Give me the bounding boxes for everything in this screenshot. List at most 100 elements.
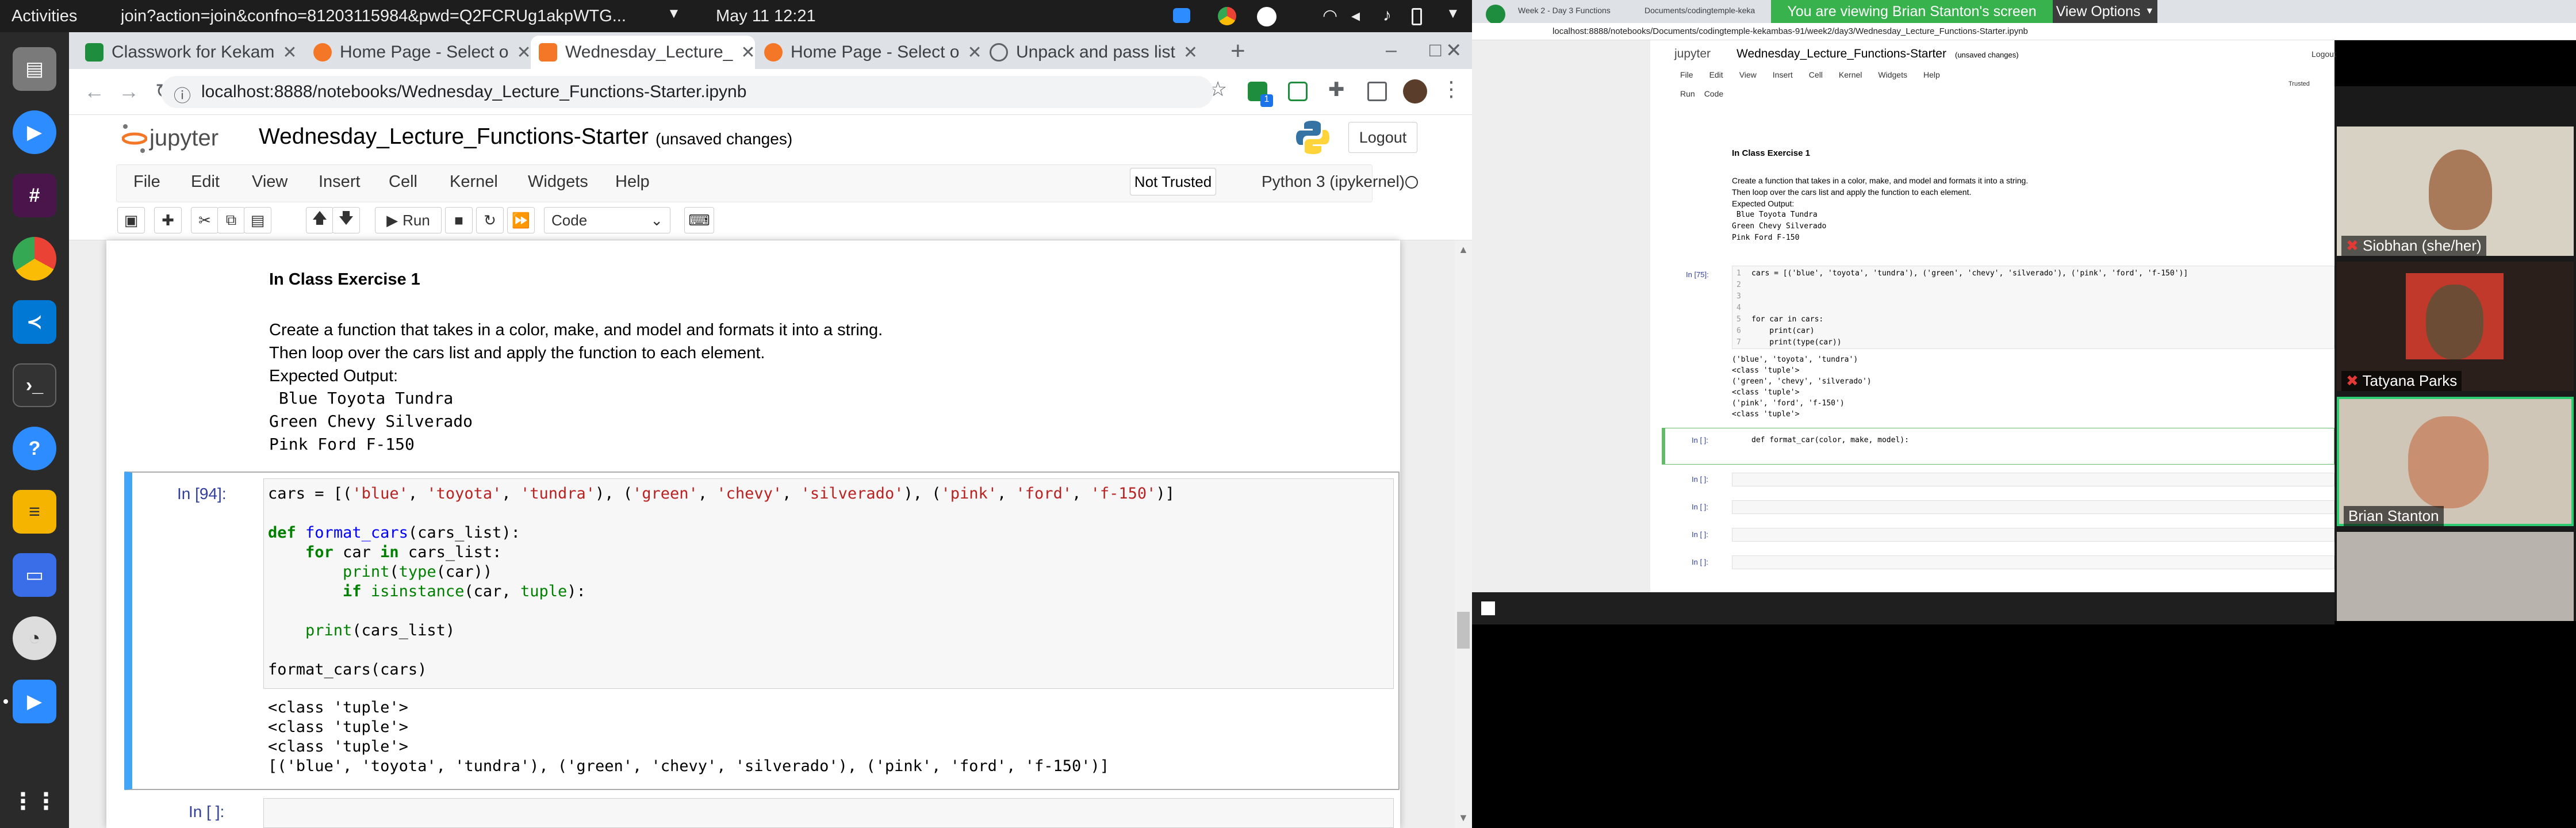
window-title[interactable]: join?action=join&confno=81203115984&pwd=… [121, 7, 673, 26]
markdown-line: Create a function that takes in a color,… [269, 321, 883, 339]
scrollbar-thumb[interactable] [1457, 612, 1470, 649]
back-arrow-icon[interactable]: ← [84, 79, 105, 103]
show-apps-icon[interactable]: ⋮⋮ [12, 780, 57, 823]
insert-cell-button[interactable]: ✚ [154, 207, 182, 233]
slack-icon[interactable]: # [13, 174, 56, 217]
chrome-tray-icon[interactable] [1218, 7, 1236, 25]
volume-icon[interactable]: ◂ [1351, 6, 1360, 26]
tab-wednesday-lecture[interactable]: Wednesday_Lecture_ ✕ [531, 36, 755, 69]
shared-line-numbers: 1 2 3 4 5 6 7 [1736, 268, 1741, 348]
menu-view[interactable]: View [252, 172, 288, 191]
kebab-menu-icon[interactable]: ⋮ [1441, 77, 1462, 101]
restart-run-all-button[interactable]: ⏩ [507, 207, 535, 233]
scroll-up-icon[interactable]: ▲ [1458, 244, 1469, 256]
grammar-extension-icon[interactable] [1288, 82, 1308, 101]
files-icon[interactable]: ▤ [13, 47, 56, 91]
menu-edit[interactable]: Edit [191, 172, 220, 191]
run-button[interactable]: ▶ Run [375, 207, 442, 233]
menu-help[interactable]: Help [615, 172, 650, 191]
jupyter-logo-icon[interactable] [122, 123, 147, 154]
close-icon[interactable]: ✕ [1183, 43, 1198, 63]
menu-insert[interactable]: Insert [319, 172, 361, 191]
menu-widgets[interactable]: Widgets [528, 172, 588, 191]
move-up-button[interactable]: 🡅 [306, 207, 334, 233]
wifi-icon[interactable]: ◠ [1322, 6, 1337, 26]
participant-tile[interactable]: ✖ Tatyana Parks [2337, 262, 2574, 391]
url-text: localhost:8888/notebooks/Wednesday_Lectu… [201, 82, 747, 101]
forward-arrow-icon[interactable]: → [118, 79, 139, 103]
close-icon[interactable]: ✕ [282, 43, 297, 63]
scroll-down-icon[interactable]: ▼ [1458, 812, 1469, 824]
copy-button[interactable]: ⧉ [217, 207, 245, 233]
view-options-button[interactable]: View Options ▼ [2053, 0, 2157, 23]
shared-tab-label: Documents/codingtemple-keka [1644, 6, 1755, 15]
scissors-icon: ✂ [198, 211, 211, 229]
maximize-button[interactable]: □ [1429, 39, 1442, 62]
participant-tile[interactable]: ✖ Siobhan (she/her) [2337, 126, 2574, 256]
chrome-icon[interactable] [13, 237, 56, 281]
power-menu-icon[interactable]: ▼ [1446, 6, 1460, 22]
move-down-button[interactable]: 🡇 [332, 207, 360, 233]
notes-icon[interactable]: ≡ [13, 490, 56, 534]
save-button[interactable]: ▣ [117, 207, 145, 233]
trusted-indicator[interactable]: Not Trusted [1130, 168, 1216, 195]
close-icon[interactable]: ✕ [741, 43, 755, 63]
viewing-banner: You are viewing Brian Stanton's screen [1771, 0, 2053, 23]
new-tab-button[interactable]: + [1230, 37, 1245, 66]
help-icon[interactable]: ? [13, 427, 56, 470]
tray-circle-icon[interactable] [1257, 7, 1276, 26]
notebook-scrollbar[interactable] [1455, 240, 1472, 828]
notebook-title[interactable]: Wednesday_Lecture_Functions-Starter [259, 124, 649, 150]
logout-button[interactable]: Logout [1348, 122, 1417, 153]
terminal-icon[interactable]: ›_ [13, 363, 56, 407]
menu-kernel[interactable]: Kernel [450, 172, 498, 191]
interrupt-button[interactable]: ■ [445, 207, 473, 233]
battery-icon[interactable] [1412, 8, 1422, 25]
close-icon[interactable]: ✕ [516, 43, 530, 63]
vscode-icon[interactable]: ≺ [13, 300, 56, 344]
muted-mic-icon: ✖ [2346, 237, 2363, 254]
empty-code-editor[interactable] [263, 798, 1394, 828]
participant-tile[interactable] [2337, 532, 2574, 621]
command-palette-button[interactable]: ⌨ [684, 207, 714, 233]
shared-menu-item: Help [1923, 70, 1940, 79]
restart-button[interactable]: ↻ [476, 207, 504, 233]
expected-output-line: Blue Toyota Tundra [269, 389, 454, 408]
zoom-app-icon[interactable]: ▶ [13, 680, 56, 723]
menu-file[interactable]: File [133, 172, 160, 191]
tab-unpack-list[interactable]: Unpack and pass list ✕ [982, 36, 1206, 69]
python-logo-icon [1294, 118, 1332, 156]
profile-avatar[interactable] [1403, 79, 1427, 103]
clock[interactable]: May 11 12:21 [716, 7, 816, 26]
site-info-icon[interactable]: ⓘ [174, 82, 191, 107]
tab-classwork[interactable]: Classwork for Kekam ✕ [77, 36, 304, 69]
close-window-button[interactable]: ✕ [1446, 39, 1462, 62]
address-bar[interactable]: ⓘ localhost:8888/notebooks/Wednesday_Lec… [161, 76, 1213, 108]
close-icon[interactable]: ✕ [967, 43, 980, 63]
activities-button[interactable]: Activities [12, 7, 77, 26]
tab-home-page-2[interactable]: Home Page - Select o ✕ [756, 36, 980, 69]
microphone-icon[interactable]: ♪ [1383, 6, 1392, 25]
cell-type-select[interactable]: Code ⌄ [544, 207, 670, 233]
view-options-label: View Options [2056, 3, 2141, 20]
minimize-button[interactable]: – [1386, 39, 1397, 62]
paste-button[interactable]: ▤ [244, 207, 271, 233]
screenshot-icon[interactable]: ▭ [13, 553, 56, 597]
shared-output-line: ('green', 'chevy', 'silverado') [1732, 377, 1872, 386]
clock-icon[interactable]: ◔ [13, 616, 56, 660]
tab-home-page-1[interactable]: Home Page - Select o ✕ [305, 36, 530, 69]
shared-code-line: for car in cars: [1751, 315, 1824, 324]
shared-code: cars = [('blue', 'toyota', 'tundra'), ('… [1751, 268, 2188, 348]
shared-nb-title: Wednesday_Lecture_Functions-Starter [1736, 47, 1946, 60]
kernel-name[interactable]: Python 3 (ipykernel) [1262, 172, 1405, 191]
cut-button[interactable]: ✂ [191, 207, 218, 233]
jupyter-wordmark[interactable]: jupyter [150, 125, 218, 151]
zoom-tray-icon[interactable] [1173, 8, 1190, 23]
menu-cell[interactable]: Cell [389, 172, 417, 191]
zoom-icon[interactable]: ▶ [13, 110, 56, 154]
chevron-down-icon[interactable]: ▼ [667, 6, 681, 22]
puzzle-icon[interactable]: ✚ [1328, 78, 1345, 101]
sidebar-icon[interactable] [1367, 82, 1387, 101]
shared-edit-cell [1662, 428, 2334, 465]
active-speaker-tile[interactable]: Brian Stanton [2337, 397, 2574, 526]
